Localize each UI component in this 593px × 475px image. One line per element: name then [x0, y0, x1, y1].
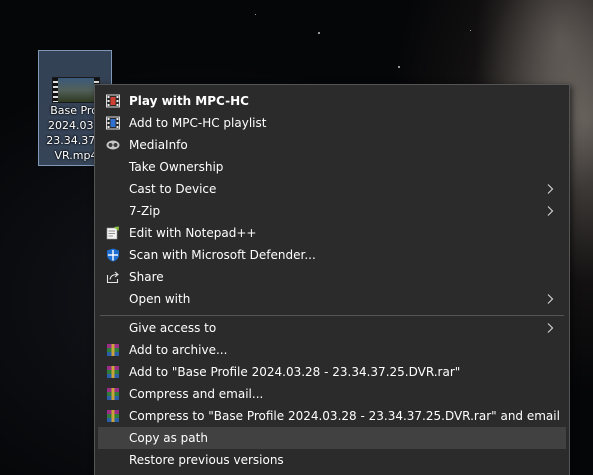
menu-item-edit-with-notepad-plus-plus[interactable]: Edit with Notepad++ [98, 222, 566, 244]
winrar-icon [107, 388, 119, 400]
menu-item-label: Compress and email... [129, 387, 264, 401]
menu-item-label: Edit with Notepad++ [129, 226, 257, 240]
menu-item-give-access-to[interactable]: Give access to [98, 317, 566, 339]
mpc-hc-icon [106, 94, 120, 108]
menu-item-label: Copy as path [129, 431, 208, 445]
menu-item-label: MediaInfo [129, 138, 188, 152]
menu-item-open-with[interactable]: Open with [98, 288, 566, 310]
chevron-right-icon [547, 323, 554, 333]
winrar-icon [107, 366, 119, 378]
context-menu: Play with MPC-HC Add to MPC-HC playlist … [94, 84, 570, 475]
menu-separator [100, 315, 564, 316]
menu-item-compress-to-named-rar-and-email[interactable]: Compress to "Base Profile 2024.03.28 - 2… [98, 405, 566, 427]
menu-item-label: Scan with Microsoft Defender... [129, 248, 316, 262]
menu-item-label: Play with MPC-HC [129, 94, 249, 108]
star [318, 32, 320, 34]
menu-item-scan-with-microsoft-defender[interactable]: Scan with Microsoft Defender... [98, 244, 566, 266]
menu-item-add-to-archive[interactable]: Add to archive... [98, 339, 566, 361]
star [470, 30, 471, 31]
menu-item-label: Add to archive... [129, 343, 228, 357]
menu-item-label: Open with [129, 292, 191, 306]
mpc-hc-playlist-icon [106, 116, 120, 130]
mediainfo-icon [106, 140, 120, 150]
menu-item-cast-to-device[interactable]: Cast to Device [98, 178, 566, 200]
video-thumbnail-icon [52, 77, 100, 103]
menu-item-7-zip[interactable]: 7-Zip [98, 200, 566, 222]
menu-item-copy-as-path[interactable]: Copy as path [98, 427, 566, 449]
menu-item-add-to-named-rar[interactable]: Add to "Base Profile 2024.03.28 - 23.34.… [98, 361, 566, 383]
menu-item-label: 7-Zip [129, 204, 161, 218]
menu-item-take-ownership[interactable]: Take Ownership [98, 156, 566, 178]
menu-item-label: Give access to [129, 321, 217, 335]
notepad-plus-plus-icon [106, 226, 119, 240]
chevron-right-icon [547, 184, 554, 194]
winrar-icon [107, 344, 119, 356]
menu-item-restore-previous-versions[interactable]: Restore previous versions [98, 449, 566, 471]
menu-item-label: Take Ownership [129, 160, 224, 174]
menu-item-mediainfo[interactable]: MediaInfo [98, 134, 566, 156]
share-icon [106, 271, 119, 284]
menu-item-add-to-mpc-hc-playlist[interactable]: Add to MPC-HC playlist [98, 112, 566, 134]
menu-item-share[interactable]: Share [98, 266, 566, 288]
menu-item-label: Compress to "Base Profile 2024.03.28 - 2… [129, 409, 560, 423]
menu-item-label: Add to "Base Profile 2024.03.28 - 23.34.… [129, 365, 461, 379]
menu-item-label: Share [129, 270, 164, 284]
menu-item-compress-and-email[interactable]: Compress and email... [98, 383, 566, 405]
menu-item-play-with-mpc-hc[interactable]: Play with MPC-HC [98, 90, 566, 112]
star [398, 66, 400, 68]
menu-item-label: Add to MPC-HC playlist [129, 116, 267, 130]
defender-shield-icon [107, 248, 119, 262]
chevron-right-icon [547, 206, 554, 216]
menu-item-label: Restore previous versions [129, 453, 284, 467]
chevron-right-icon [547, 294, 554, 304]
winrar-icon [107, 410, 119, 422]
star [255, 14, 256, 15]
menu-item-label: Cast to Device [129, 182, 217, 196]
